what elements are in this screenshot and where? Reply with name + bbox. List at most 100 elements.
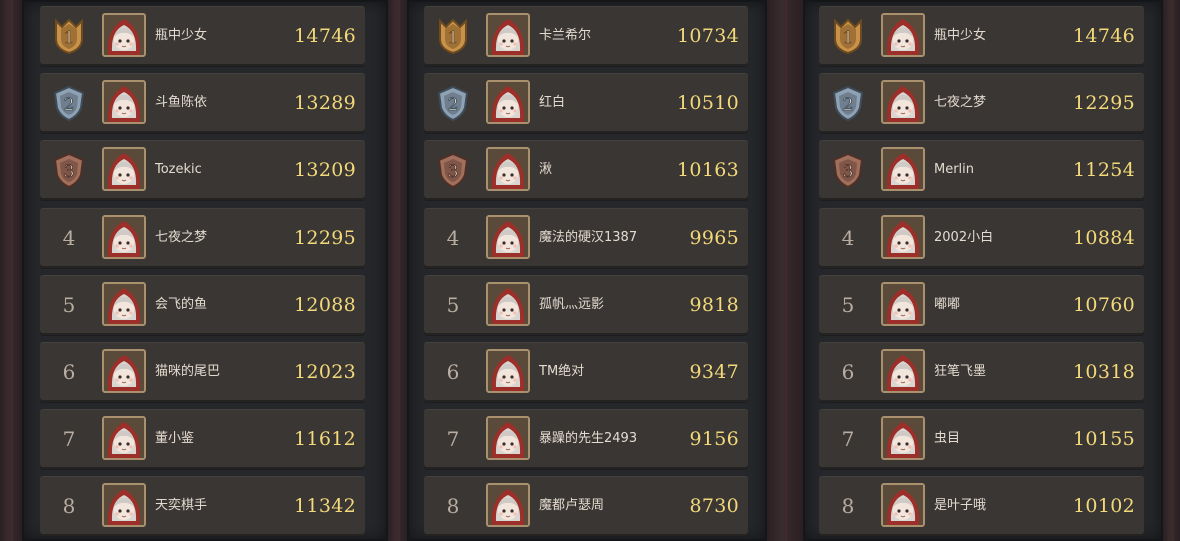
board-divider [0,0,22,541]
leaderboard-row[interactable]: 6 TM绝对 9347 [424,342,748,402]
player-score: 11254 [1073,159,1135,182]
rank-label: 6 [62,360,76,384]
leaderboard-row[interactable]: 5 嘟嘟 10760 [819,274,1144,335]
player-name: 嘟嘟 [934,296,961,312]
rank-number: 8 [434,476,472,536]
player-score: 10510 [677,92,739,115]
bronze-medal-icon: 3 [829,140,867,200]
rank-label: 8 [446,494,460,519]
svg-text:3: 3 [448,162,459,182]
leaderboard-row[interactable]: 6 狂笔飞墨 10318 [819,342,1144,402]
red-hooded-girl-avatar-icon[interactable] [486,416,530,461]
player-name: 狂笔飞墨 [934,364,987,379]
rank-number: 4 [50,208,88,268]
red-hooded-girl-avatar-icon[interactable] [102,349,146,393]
bronze-medal-icon: 3 [50,140,88,200]
leaderboard-row[interactable]: 5 孤帆灬远影 9818 [424,274,748,335]
gold-crown-medal-icon: 1 [829,6,867,66]
rank-number: 6 [829,342,867,402]
medal-graphic: 3 [832,153,864,189]
red-hooded-girl-avatar-icon[interactable] [102,281,146,326]
player-score: 12088 [294,293,356,316]
red-hooded-girl-avatar-icon[interactable] [486,13,530,57]
bronze-medal-icon: 3 [434,140,472,200]
red-hooded-girl-avatar-icon[interactable] [881,214,925,259]
leaderboard-row[interactable]: 4 2002小白 10884 [819,207,1144,268]
player-score: 10760 [1073,293,1135,316]
leaderboard-row[interactable]: 1 瓶中少女 14746 [819,6,1144,66]
rank-number: 7 [50,409,88,469]
leaderboard-row[interactable]: 3 Tozekic 13209 [40,140,365,201]
player-score: 9965 [689,226,739,249]
leaderboard-row[interactable]: 1 卡兰希尔 10734 [424,6,748,66]
medal-graphic: 2 [437,86,469,122]
leaderboard-row[interactable]: 8 魔都卢瑟周 8730 [424,476,748,537]
svg-text:3: 3 [64,162,75,182]
red-hooded-girl-avatar-icon[interactable] [102,147,146,192]
svg-text:2: 2 [64,95,75,115]
medal-graphic: 3 [437,153,469,189]
red-hooded-girl-avatar-icon[interactable] [881,483,925,528]
svg-text:2: 2 [448,95,459,115]
leaderboard-row[interactable]: 2 红白 10510 [424,73,748,134]
red-hooded-girl-avatar-icon[interactable] [486,147,530,192]
leaderboard-row[interactable]: 4 魔法的硬汉1387 9965 [424,207,748,268]
red-hooded-girl-avatar-icon[interactable] [486,214,530,259]
leaderboard-row[interactable]: 7 暴躁的先生2493 9156 [424,409,748,470]
rank-label: 8 [841,494,855,519]
red-hooded-girl-avatar-icon[interactable] [881,281,925,326]
red-hooded-girl-avatar-icon[interactable] [486,281,530,326]
red-hooded-girl-avatar-icon[interactable] [102,80,146,125]
leaderboard-row[interactable]: 4 七夜之梦 12295 [40,207,365,268]
red-hooded-girl-avatar-icon[interactable] [102,416,146,461]
player-name: 孤帆灬远影 [539,296,605,312]
player-name: 卡兰希尔 [539,28,592,43]
red-hooded-girl-avatar-icon[interactable] [881,416,925,461]
player-score: 10163 [677,159,739,182]
leaderboard-row[interactable]: 7 董小鉴 11612 [40,409,365,470]
leaderboard-row[interactable]: 2 斗鱼陈依 13289 [40,73,365,134]
red-hooded-girl-avatar-icon[interactable] [881,147,925,192]
player-name: 董小鉴 [155,431,195,447]
rank-number: 8 [829,476,867,536]
rank-number: 7 [829,409,867,469]
red-hooded-girl-avatar-icon[interactable] [881,80,925,125]
silver-medal-icon: 2 [434,73,472,133]
silver-medal-icon: 2 [50,73,88,133]
leaderboard-row[interactable]: 1 瓶中少女 14746 [40,6,365,66]
player-name: 瓶中少女 [934,28,987,43]
player-name: 天奕棋手 [155,498,208,514]
red-hooded-girl-avatar-icon[interactable] [486,80,530,125]
player-name: Tozekic [155,162,202,178]
rank-label: 7 [841,427,855,452]
player-name: 魔法的硬汉1387 [539,229,638,245]
red-hooded-girl-avatar-icon[interactable] [102,13,146,57]
leaderboard-row[interactable]: 3 湫 10163 [424,140,748,201]
player-name: 虫目 [934,431,961,447]
player-score: 8730 [689,495,739,518]
player-score: 9347 [689,361,739,383]
medal-graphic: 1 [439,18,467,55]
leaderboard-row[interactable]: 6 猫咪的尾巴 12023 [40,342,365,402]
red-hooded-girl-avatar-icon[interactable] [486,349,530,393]
leaderboard-row[interactable]: 2 七夜之梦 12295 [819,73,1144,134]
leaderboard-row[interactable]: 8 天奕棋手 11342 [40,476,365,537]
red-hooded-girl-avatar-icon[interactable] [102,214,146,259]
player-score: 10734 [677,25,739,47]
red-hooded-girl-avatar-icon[interactable] [881,13,925,57]
player-name: 魔都卢瑟周 [539,498,605,514]
red-hooded-girl-avatar-icon[interactable] [102,483,146,528]
medal-graphic: 2 [53,86,85,122]
leaderboard-row[interactable]: 5 会飞的鱼 12088 [40,274,365,335]
rank-label: 5 [62,292,76,317]
leaderboard-row[interactable]: 7 虫目 10155 [819,409,1144,470]
player-score: 13209 [294,159,356,182]
red-hooded-girl-avatar-icon[interactable] [486,483,530,528]
leaderboard-row[interactable]: 3 Merlin 11254 [819,140,1144,201]
leaderboard-row[interactable]: 8 是叶子哦 10102 [819,476,1144,537]
red-hooded-girl-avatar-icon[interactable] [881,349,925,393]
rank-label: 6 [446,360,460,384]
player-name: 会飞的鱼 [155,296,208,312]
player-name: 湫 [539,162,553,178]
rank-number: 6 [434,342,472,402]
